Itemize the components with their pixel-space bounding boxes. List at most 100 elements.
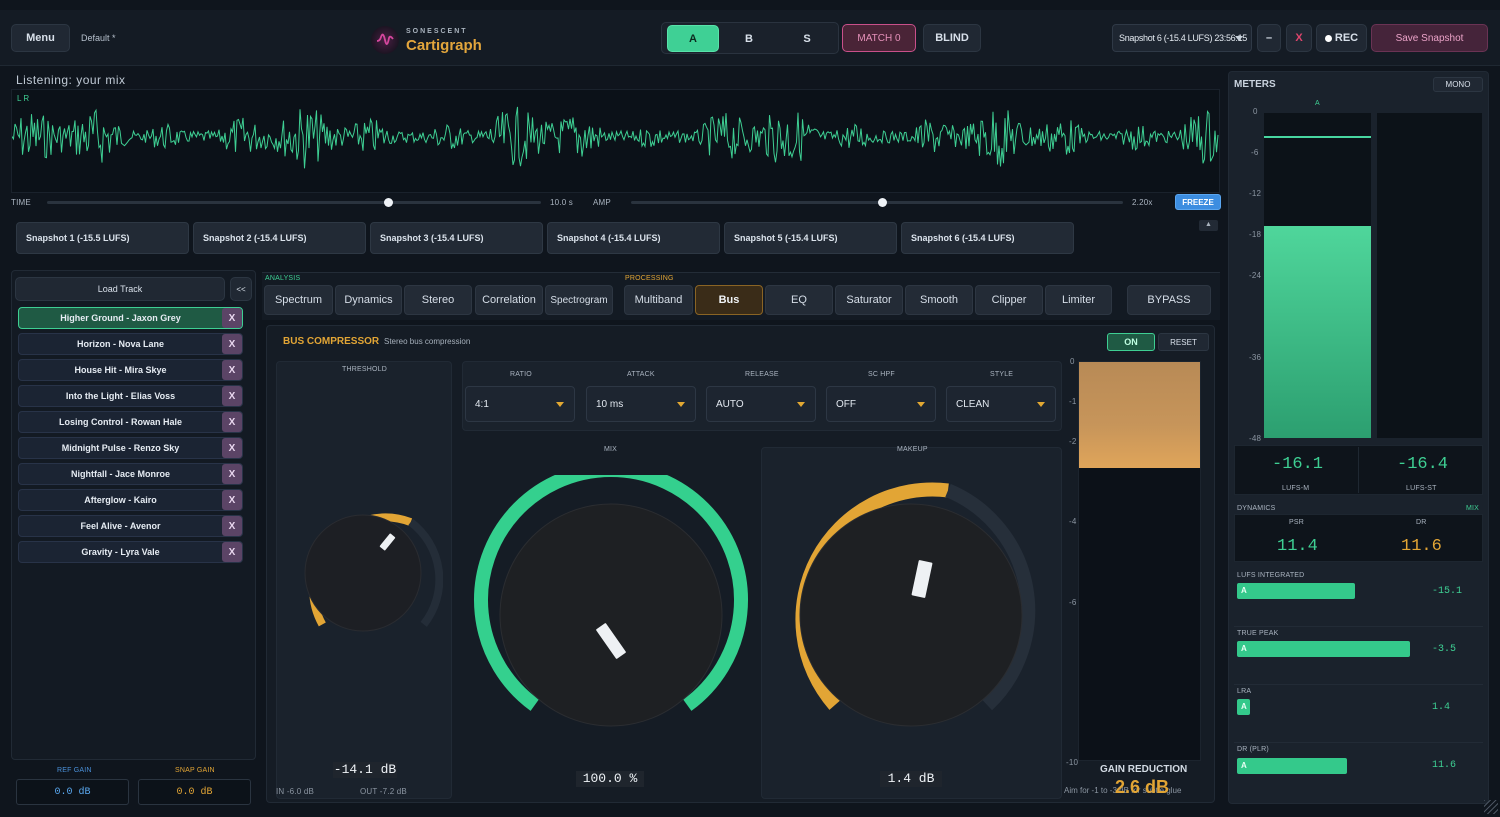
tab-multiband[interactable]: Multiband [624, 285, 693, 315]
preset-name[interactable]: Default * [81, 33, 116, 43]
gain-reduction-value: 2.6 dB [1115, 777, 1170, 797]
track-item[interactable]: Horizon - Nova Lane X [18, 333, 243, 355]
remove-track-icon[interactable]: X [222, 360, 242, 380]
remove-track-icon[interactable]: X [222, 386, 242, 406]
track-item[interactable]: House Hit - Mira Skye X [18, 359, 243, 381]
remove-track-icon[interactable]: X [222, 464, 242, 484]
ab-button-b[interactable]: B [723, 25, 775, 52]
minimize-button[interactable]: – [1257, 24, 1281, 52]
dynamics-readout [1234, 514, 1483, 562]
bypass-button[interactable]: BYPASS [1127, 285, 1211, 315]
threshold-knob[interactable] [283, 493, 443, 653]
tab-clipper[interactable]: Clipper [975, 285, 1043, 315]
remove-track-icon[interactable]: X [222, 490, 242, 510]
gain-reduction-meter [1078, 361, 1201, 761]
attack-value: 10 ms [596, 398, 624, 410]
amp-slider[interactable] [631, 198, 1123, 207]
ref-gain-input[interactable]: 0.0 dB [16, 779, 129, 805]
collapse-snapshots-icon[interactable]: ▲ [1199, 220, 1218, 231]
track-name: Higher Ground - Jaxon Grey [60, 313, 181, 323]
remove-track-icon[interactable]: X [222, 308, 242, 328]
brand-company: SONESCENT [406, 28, 468, 35]
dynamics-label: DYNAMICS [1237, 505, 1276, 512]
freeze-button[interactable]: FREEZE [1175, 194, 1221, 210]
tab-limiter[interactable]: Limiter [1045, 285, 1112, 315]
save-snapshot-button[interactable]: Save Snapshot [1371, 24, 1488, 52]
style-label: STYLE [990, 371, 1014, 378]
tab-stereo[interactable]: Stereo [404, 285, 472, 315]
sc-hpf-label: SC HPF [868, 371, 895, 378]
snapshot-chip-3[interactable]: Snapshot 3 (-15.4 LUFS) [370, 222, 543, 254]
track-item[interactable]: Nightfall - Jace Monroe X [18, 463, 243, 485]
time-value: 10.0 s [550, 198, 573, 207]
track-item[interactable]: Gravity - Lyra Vale X [18, 541, 243, 563]
amp-slider-thumb[interactable] [877, 198, 887, 207]
menu-button[interactable]: Menu [11, 24, 70, 52]
load-track-button[interactable]: Load Track [15, 277, 225, 301]
remove-track-icon[interactable]: X [222, 438, 242, 458]
row-divider [1234, 742, 1483, 743]
resize-grip-icon[interactable] [1484, 800, 1498, 814]
style-select[interactable]: CLEAN [946, 386, 1056, 422]
dr-value: 11.6 [1401, 537, 1442, 556]
tab-bus[interactable]: Bus [695, 285, 763, 315]
track-item[interactable]: Higher Ground - Jaxon Grey X [18, 307, 243, 329]
mono-button[interactable]: MONO [1433, 77, 1483, 92]
snapshot-chip-5[interactable]: Snapshot 5 (-15.4 LUFS) [724, 222, 897, 254]
meter-channel-label: A [1315, 100, 1320, 107]
track-item[interactable]: Midnight Pulse - Renzo Sky X [18, 437, 243, 459]
tab-eq[interactable]: EQ [765, 285, 833, 315]
time-slider[interactable] [47, 198, 541, 207]
snap-gain-input[interactable]: 0.0 dB [138, 779, 251, 805]
remove-track-icon[interactable]: X [222, 412, 242, 432]
remove-track-icon[interactable]: X [222, 516, 242, 536]
waveform-display[interactable]: L R [11, 89, 1220, 193]
snapshot-chip-6[interactable]: Snapshot 6 (-15.4 LUFS) [901, 222, 1074, 254]
blind-button[interactable]: BLIND [923, 24, 981, 52]
tab-saturator[interactable]: Saturator [835, 285, 903, 315]
remove-track-icon[interactable]: X [222, 542, 242, 562]
makeup-value[interactable]: 1.4 dB [880, 771, 942, 787]
release-select[interactable]: AUTO [706, 386, 816, 422]
track-name: Losing Control - Rowan Hale [59, 417, 182, 427]
tab-correlation[interactable]: Correlation [475, 285, 543, 315]
level-meter-a [1263, 112, 1372, 439]
row-divider [1234, 684, 1483, 685]
collapse-sidebar-button[interactable]: << [230, 277, 252, 301]
amp-value: 2.20x [1132, 198, 1153, 207]
attack-select[interactable]: 10 ms [586, 386, 696, 422]
snapshot-chip-4[interactable]: Snapshot 4 (-15.4 LUFS) [547, 222, 720, 254]
track-item[interactable]: Losing Control - Rowan Hale X [18, 411, 243, 433]
release-label: RELEASE [745, 371, 779, 378]
time-slider-thumb[interactable] [383, 198, 393, 207]
on-toggle[interactable]: ON [1107, 333, 1155, 351]
tab-dynamics[interactable]: Dynamics [335, 285, 402, 315]
track-item[interactable]: Into the Light - Elias Voss X [18, 385, 243, 407]
track-item[interactable]: Afterglow - Kairo X [18, 489, 243, 511]
sc-hpf-select[interactable]: OFF [826, 386, 936, 422]
ab-button-a[interactable]: A [667, 25, 719, 52]
makeup-knob[interactable] [771, 475, 1051, 755]
ratio-select[interactable]: 4:1 [465, 386, 575, 422]
remove-track-icon[interactable]: X [222, 334, 242, 354]
close-button[interactable]: X [1286, 24, 1312, 52]
dr-plr-fill [1237, 758, 1348, 774]
ab-button-s[interactable]: S [781, 25, 833, 52]
threshold-value[interactable]: -14.1 dB [333, 762, 397, 778]
snapshot-select[interactable]: Snapshot 6 (-15.4 LUFS) 23:56:15 [1112, 24, 1252, 52]
reset-button[interactable]: RESET [1158, 333, 1209, 351]
mix-knob[interactable] [471, 475, 751, 755]
snapshot-chip-2[interactable]: Snapshot 2 (-15.4 LUFS) [193, 222, 366, 254]
tab-spectrogram[interactable]: Spectrogram [545, 285, 613, 315]
tab-spectrum[interactable]: Spectrum [264, 285, 333, 315]
match-button[interactable]: MATCH 0 [842, 24, 916, 52]
snapshot-chip-1[interactable]: Snapshot 1 (-15.5 LUFS) [16, 222, 189, 254]
track-item[interactable]: Feel Alive - Avenor X [18, 515, 243, 537]
tab-smooth[interactable]: Smooth [905, 285, 973, 315]
lra-tag: A [1241, 702, 1247, 711]
mix-value[interactable]: 100.0 % [576, 771, 644, 787]
record-button[interactable]: REC [1316, 24, 1367, 52]
lra-value: 1.4 [1432, 702, 1451, 713]
record-dot-icon [1324, 34, 1332, 42]
ref-gain-label: REF GAIN [57, 767, 92, 774]
